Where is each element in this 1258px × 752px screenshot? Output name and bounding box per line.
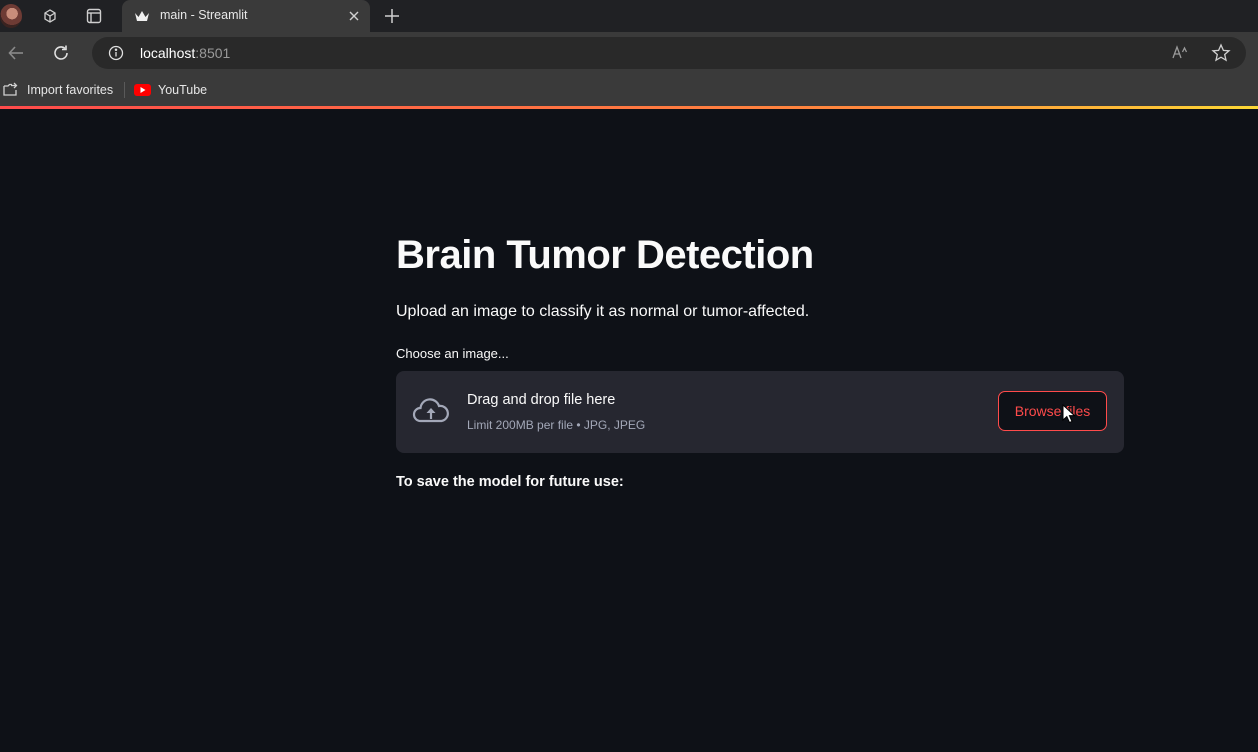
import-favorites-icon <box>3 82 18 96</box>
back-icon[interactable] <box>5 42 27 64</box>
tab-streamlit[interactable]: main - Streamlit <box>122 0 370 32</box>
new-tab-icon[interactable] <box>382 6 402 26</box>
tab-actions-icon[interactable] <box>84 6 104 26</box>
read-aloud-icon[interactable] <box>1170 43 1190 63</box>
favorites-item-import[interactable]: Import favorites <box>2 81 113 99</box>
favorites-bar: Import favorites YouTube <box>0 74 1258 106</box>
save-model-note: To save the model for future use: <box>396 474 624 490</box>
browse-files-button[interactable]: Browse files <box>998 391 1107 431</box>
refresh-icon[interactable] <box>50 42 72 64</box>
dropzone-instructions: Drag and drop file here <box>467 392 616 408</box>
workspaces-icon[interactable] <box>40 6 60 26</box>
mouse-cursor-icon <box>1062 404 1076 424</box>
favorites-divider <box>124 82 125 98</box>
profile-avatar[interactable] <box>0 4 22 28</box>
close-tab-icon[interactable] <box>346 8 362 24</box>
cloud-upload-icon <box>412 398 449 423</box>
page-title: Brain Tumor Detection <box>396 233 814 277</box>
tab-title: main - Streamlit <box>160 8 248 22</box>
page-subtitle: Upload an image to classify it as normal… <box>396 303 810 320</box>
favorites-item-label: YouTube <box>158 83 208 97</box>
youtube-icon <box>134 84 151 96</box>
dropzone-limit: Limit 200MB per file • JPG, JPEG <box>467 418 646 432</box>
favorites-item-youtube[interactable]: YouTube <box>134 81 207 99</box>
file-uploader-label: Choose an image... <box>396 346 509 361</box>
streamlit-crown-icon <box>135 11 149 21</box>
favorites-item-label: Import favorites <box>27 83 114 97</box>
address-bar: localhost:8501 <box>0 32 1258 74</box>
url-field[interactable]: localhost:8501 <box>92 37 1246 69</box>
favorite-star-icon[interactable] <box>1211 43 1231 63</box>
file-dropzone[interactable]: Drag and drop file here Limit 200MB per … <box>396 371 1124 453</box>
site-info-icon[interactable] <box>108 45 124 61</box>
streamlit-header-decoration <box>0 106 1258 109</box>
url-text: localhost:8501 <box>140 45 231 61</box>
browser-tab-bar: main - Streamlit <box>0 0 1258 32</box>
